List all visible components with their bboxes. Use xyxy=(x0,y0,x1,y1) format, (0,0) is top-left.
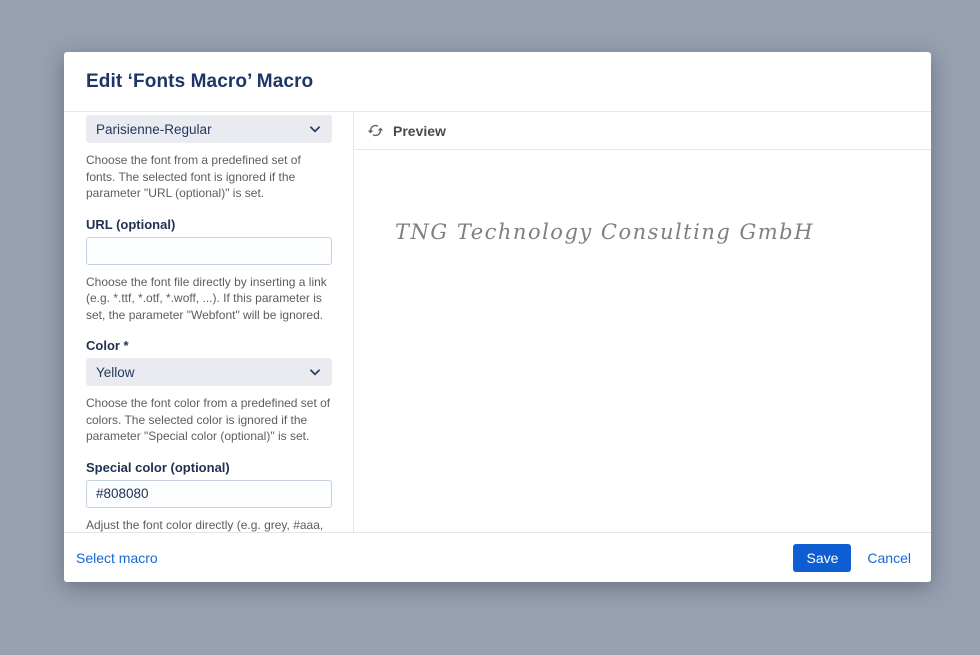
dialog-header: Edit ‘Fonts Macro’ Macro xyxy=(64,52,931,112)
dialog-footer: Select macro Save Cancel xyxy=(64,532,931,582)
url-input[interactable] xyxy=(86,237,332,265)
sync-icon[interactable] xyxy=(367,122,384,139)
special-color-input[interactable] xyxy=(86,480,332,508)
webfont-help-text: Choose the font from a predefined set of… xyxy=(86,152,332,202)
webfont-select[interactable]: Parisienne-Regular xyxy=(86,115,332,143)
color-help-text: Choose the font color from a predefined … xyxy=(86,395,332,445)
webfont-select-value: Parisienne-Regular xyxy=(96,122,212,137)
special-color-help-text: Adjust the font color directly (e.g. gre… xyxy=(86,517,332,533)
special-color-field-label: Special color (optional) xyxy=(86,460,332,475)
preview-pane: Preview TNG Technology Consulting GmbH xyxy=(353,112,931,532)
footer-actions: Save Cancel xyxy=(793,544,911,572)
url-field-label: URL (optional) xyxy=(86,217,332,232)
color-select[interactable]: Yellow xyxy=(86,358,332,386)
preview-header-label: Preview xyxy=(393,123,446,139)
preview-header: Preview xyxy=(354,112,931,150)
color-select-value: Yellow xyxy=(96,365,135,380)
macro-parameters-pane: Parisienne-Regular Choose the font from … xyxy=(64,112,353,532)
chevron-down-icon xyxy=(308,365,322,379)
dialog-body: Parisienne-Regular Choose the font from … xyxy=(64,112,931,532)
preview-rendered-text: TNG Technology Consulting GmbH xyxy=(395,220,931,244)
select-macro-link[interactable]: Select macro xyxy=(76,550,158,566)
cancel-button[interactable]: Cancel xyxy=(867,550,911,566)
save-button[interactable]: Save xyxy=(793,544,851,572)
url-help-text: Choose the font file directly by inserti… xyxy=(86,274,332,324)
edit-macro-dialog: Edit ‘Fonts Macro’ Macro Parisienne-Regu… xyxy=(64,52,931,582)
chevron-down-icon xyxy=(308,122,322,136)
dialog-title: Edit ‘Fonts Macro’ Macro xyxy=(86,71,313,93)
color-field-label: Color * xyxy=(86,338,332,353)
preview-content: TNG Technology Consulting GmbH xyxy=(354,150,931,532)
